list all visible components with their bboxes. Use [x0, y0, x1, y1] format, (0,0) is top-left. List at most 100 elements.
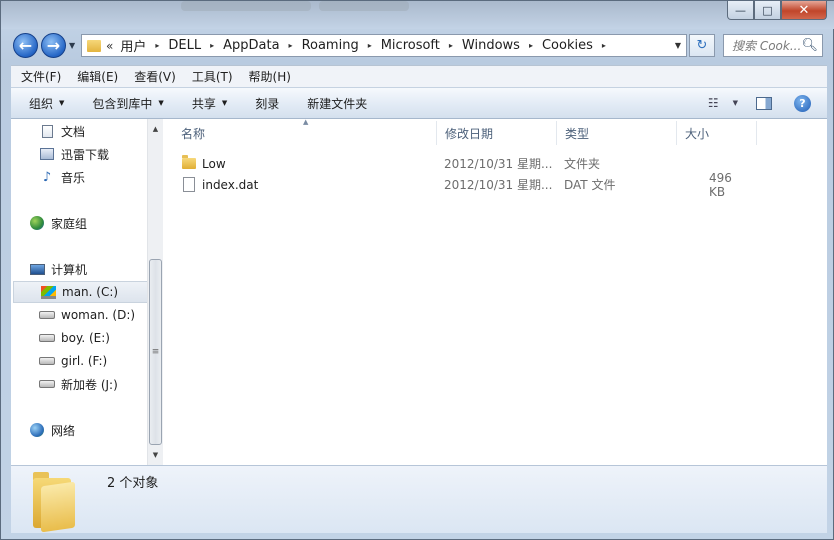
chevron-right-icon[interactable]: ▸ — [525, 41, 537, 50]
burn-label: 刻录 — [255, 96, 280, 111]
file-type: DAT 文件 — [564, 178, 616, 192]
grip-icon: ≡ — [151, 347, 160, 357]
address-dropdown-button[interactable]: ▼ — [670, 41, 686, 50]
share-button[interactable]: 共享 ▼ — [192, 95, 227, 112]
new-folder-button[interactable]: 新建文件夹 — [307, 95, 367, 112]
column-header-size[interactable]: 大小 — [677, 121, 757, 145]
sidebar-item-label: boy. (E:) — [61, 331, 110, 345]
refresh-button[interactable]: ↻ — [689, 34, 715, 57]
address-bar[interactable]: « 用户 ▸ DELL ▸ AppData ▸ Roaming ▸ Microsoft ▸… — [81, 34, 687, 57]
sidebar-item-documents[interactable]: 文档 — [11, 120, 147, 142]
column-header-type[interactable]: 类型 — [557, 121, 677, 145]
sidebar-item-label: 文档 — [61, 124, 86, 139]
system-drive-icon — [40, 284, 56, 300]
sidebar-item-xunlei-downloads[interactable]: 迅雷下载 — [11, 143, 147, 165]
file-date: 2012/10/31 星期... — [444, 157, 553, 171]
column-header-label: 修改日期 — [445, 126, 494, 141]
file-date: 2012/10/31 星期... — [444, 178, 553, 192]
menu-file[interactable]: 文件(F) — [21, 68, 61, 85]
sidebar-item-label: man. (C:) — [62, 285, 119, 299]
change-view-button[interactable]: ☷ ▼ — [708, 96, 738, 110]
explorer-window: — □ ✕ ← → ▼ « 用户 ▸ DELL ▸ AppData ▸ Roaming… — [0, 0, 834, 540]
scroll-thumb[interactable]: ≡ — [149, 259, 162, 445]
table-row[interactable]: index.dat 2012/10/31 星期... DAT 文件 496 KB — [181, 171, 751, 199]
drive-icon — [39, 353, 55, 369]
homegroup-icon — [29, 215, 45, 231]
refresh-icon: ↻ — [696, 38, 708, 53]
breadcrumb-item[interactable]: 用户 — [115, 36, 151, 55]
search-placeholder: 搜索 Cook... — [732, 39, 802, 53]
drive-icon — [39, 307, 55, 323]
sidebar-item-drive-d[interactable]: woman. (D:) — [11, 304, 147, 326]
file-size: 496 KB — [709, 170, 732, 199]
chevron-right-icon[interactable]: ▸ — [364, 41, 376, 50]
menu-tools[interactable]: 工具(T) — [192, 68, 233, 85]
search-input[interactable]: 搜索 Cook... 🔍︎ — [723, 34, 823, 57]
navigation-scrollbar[interactable]: ▲ ≡ ▼ — [147, 119, 163, 465]
documents-icon — [39, 123, 55, 139]
sidebar-item-music[interactable]: ♪ 音乐 — [11, 166, 147, 188]
column-header-date[interactable]: 修改日期 — [437, 121, 557, 145]
breadcrumb-item[interactable]: Microsoft — [376, 38, 445, 53]
forward-button[interactable]: → — [41, 33, 66, 58]
column-header-name[interactable]: 名称 — [173, 121, 437, 145]
preview-pane-toggle-icon[interactable] — [756, 96, 772, 110]
item-count: 2 个对象 — [107, 476, 159, 491]
organize-label: 组织 — [29, 96, 54, 111]
scroll-down-arrow-icon[interactable]: ▼ — [148, 447, 163, 463]
recent-pages-dropdown[interactable]: ▼ — [69, 41, 75, 50]
minimize-button[interactable]: — — [727, 1, 754, 20]
column-header-label: 大小 — [685, 126, 710, 141]
sidebar-item-homegroup[interactable]: 家庭组 — [11, 212, 147, 234]
menu-edit[interactable]: 编辑(E) — [77, 68, 118, 85]
chevron-down-icon: ▼ — [221, 99, 228, 107]
breadcrumb-item[interactable]: AppData — [218, 38, 284, 53]
chevron-right-icon[interactable]: ▸ — [285, 41, 297, 50]
chevron-right-icon[interactable]: ▸ — [445, 41, 457, 50]
sidebar-item-drive-e[interactable]: boy. (E:) — [11, 327, 147, 349]
include-in-library-button[interactable]: 包含到库中 ▼ — [92, 95, 163, 112]
menu-view[interactable]: 查看(V) — [134, 68, 176, 85]
command-bar: 组织 ▼ 包含到库中 ▼ 共享 ▼ 刻录 新建文件夹 ☷ ▼ ? — [11, 87, 827, 119]
address-overflow-chevron[interactable]: « — [106, 39, 113, 53]
sidebar-item-drive-f[interactable]: girl. (F:) — [11, 350, 147, 372]
chevron-right-icon[interactable]: ▸ — [598, 41, 610, 50]
help-icon[interactable]: ? — [794, 94, 811, 112]
search-icon[interactable]: 🔍︎ — [801, 38, 818, 53]
navigation-pane: 文档 迅雷下载 ♪ 音乐 家庭组 计算机 man. (C:) woman. (D… — [11, 119, 163, 465]
column-headers: ▲ 名称 修改日期 类型 大小 — [163, 118, 827, 145]
table-row[interactable]: Low 2012/10/31 星期... 文件夹 — [181, 153, 751, 174]
column-header-label: 名称 — [181, 126, 206, 141]
sidebar-item-drive-j[interactable]: 新加卷 (J:) — [11, 373, 147, 395]
view-list-icon: ☷ — [707, 96, 719, 110]
file-name: Low — [202, 156, 226, 171]
chevron-right-icon[interactable]: ▸ — [206, 41, 218, 50]
breadcrumb-item[interactable]: Roaming — [297, 38, 364, 53]
chevron-right-icon[interactable]: ▸ — [151, 41, 163, 50]
maximize-button[interactable]: □ — [754, 1, 781, 20]
close-button[interactable]: ✕ — [781, 1, 827, 20]
breadcrumb-item[interactable]: Windows — [457, 38, 525, 53]
scroll-up-arrow-icon[interactable]: ▲ — [148, 121, 163, 137]
chevron-down-icon: ▼ — [59, 99, 65, 107]
breadcrumb-item[interactable]: DELL — [163, 38, 206, 53]
music-icon: ♪ — [42, 169, 52, 185]
organize-button[interactable]: 组织 ▼ — [29, 95, 64, 112]
sidebar-item-label: 家庭组 — [51, 216, 88, 231]
sidebar-item-network[interactable]: 网络 — [11, 419, 147, 441]
computer-icon — [29, 261, 45, 277]
breadcrumb-item-current[interactable]: Cookies — [537, 38, 598, 53]
drive-icon — [39, 330, 55, 346]
menu-help[interactable]: 帮助(H) — [249, 68, 291, 85]
back-button[interactable]: ← — [13, 33, 38, 58]
menu-bar: 文件(F) 编辑(E) 查看(V) 工具(T) 帮助(H) — [11, 65, 827, 87]
folder-icon — [181, 155, 197, 172]
burn-button[interactable]: 刻录 — [255, 95, 279, 112]
sidebar-item-label: woman. (D:) — [61, 308, 136, 322]
title-bar-blur-2 — [319, 1, 409, 11]
sidebar-item-drive-c[interactable]: man. (C:) — [13, 281, 149, 303]
sidebar-item-computer[interactable]: 计算机 — [11, 258, 147, 280]
navigation-bar: ← → ▼ « 用户 ▸ DELL ▸ AppData ▸ Roaming ▸ Micr… — [11, 33, 827, 59]
title-bar[interactable] — [1, 1, 834, 29]
sidebar-item-label: 新加卷 (J:) — [61, 377, 118, 392]
